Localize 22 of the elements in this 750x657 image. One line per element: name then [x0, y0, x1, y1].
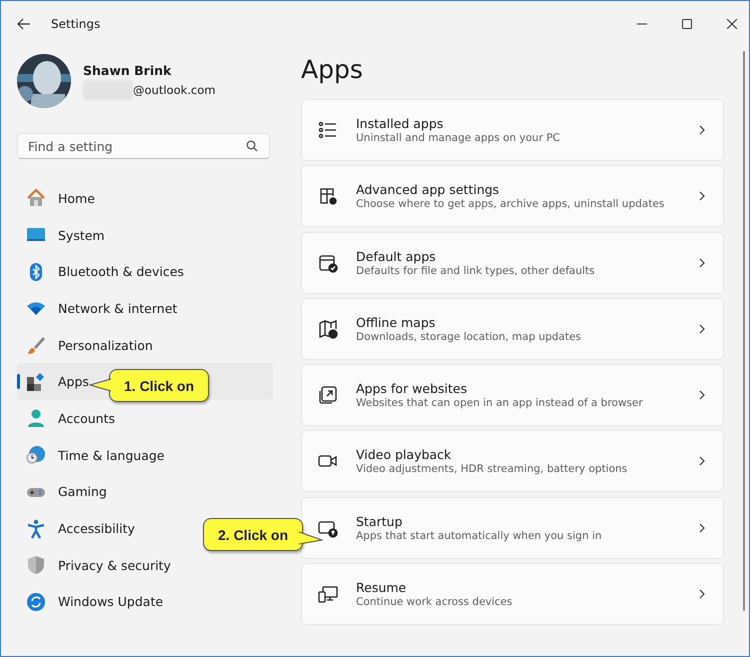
card-title: Apps for websites [356, 381, 468, 396]
card-description: Websites that can open in an app instead of a browser [356, 397, 644, 410]
card-description: Defaults for file and link types, other defaults [356, 264, 596, 277]
card-title: Startup [356, 514, 404, 529]
card-title: Resume [356, 580, 408, 596]
card-title: Offline maps [356, 314, 436, 330]
card-description: Choose where to get apps, archive apps, uninstall updates [356, 198, 666, 210]
card-description: Video adjustments, HDR streaming, battery options [356, 463, 628, 476]
card-title: Advanced app settings [356, 182, 500, 198]
card-description: Apps that start automatically when you sign in [356, 530, 603, 542]
card-description: Uninstall and manage apps on your PC [356, 132, 562, 144]
card-title: Installed apps [356, 116, 444, 131]
user-name: Shawn Brink [83, 62, 172, 78]
callout: 2. Click on [203, 518, 304, 551]
card-description: Downloads, storage location, map updates [356, 330, 582, 343]
user-email: @outlook.com [133, 82, 216, 96]
page-title: Apps [301, 54, 364, 86]
window-title: Settings [51, 16, 100, 30]
card-title: Video playback [356, 447, 452, 462]
callout: 1. Click on [109, 369, 210, 402]
card-description: Continue work across devices [356, 596, 514, 608]
card-title: Default apps [356, 248, 437, 264]
